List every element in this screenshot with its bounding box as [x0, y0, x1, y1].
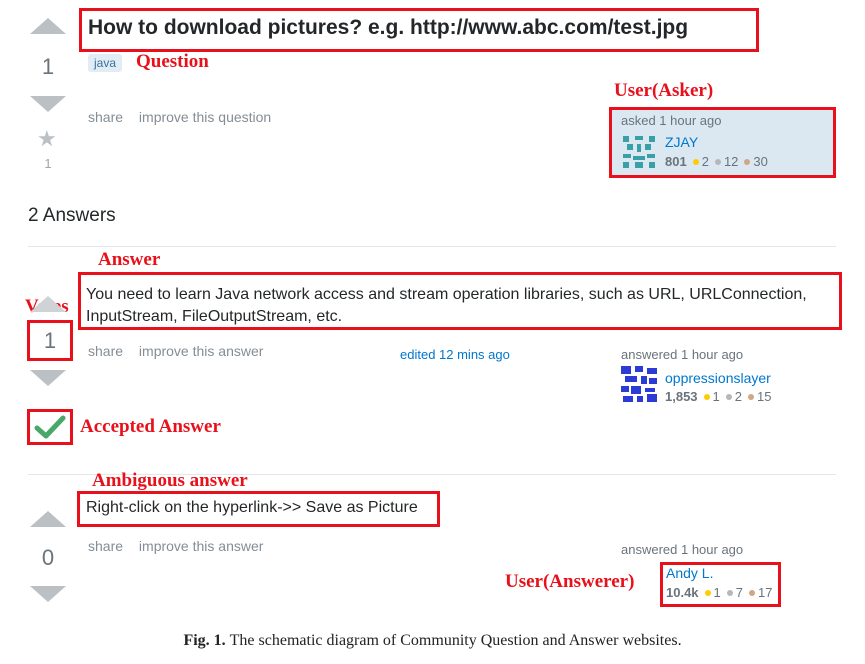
answerer-2-name-link[interactable]: Andy L.	[666, 565, 713, 581]
answer-2-upvote-button[interactable]	[30, 511, 66, 527]
gold-badge-count: 1	[713, 585, 721, 600]
silver-badge-icon	[714, 159, 721, 166]
answerer-2-reputation: 10.4k 1 7 17	[666, 585, 772, 600]
annotation-ambiguous: Ambiguous answer	[92, 470, 248, 491]
answer-1-upvote-button[interactable]	[30, 296, 66, 312]
answer-2-answered-time: answered 1 hour ago	[621, 542, 744, 557]
answerer-1-avatar[interactable]	[621, 366, 657, 402]
gold-badge-count: 1	[712, 389, 720, 404]
caption-label: Fig. 1.	[183, 632, 226, 649]
bronze-badge-count: 30	[753, 154, 768, 169]
annotation-answerer: User(Answerer)	[505, 571, 635, 592]
bronze-badge-icon	[744, 159, 751, 166]
answer-1-menu: share improve this answer	[88, 343, 275, 359]
answer-1-text: You need to learn Java network access an…	[86, 286, 807, 325]
share-link[interactable]: share	[88, 109, 123, 125]
asker-avatar[interactable]	[621, 134, 657, 170]
silver-badge-icon	[726, 590, 733, 597]
annotation-asker: User(Asker)	[614, 80, 714, 101]
reputation-score: 10.4k	[666, 585, 699, 600]
asked-time: asked 1 hour ago	[621, 113, 722, 128]
annotation-accepted: Accepted Answer	[80, 416, 221, 437]
improve-answer-link[interactable]: improve this answer	[139, 538, 264, 554]
reputation-score: 801	[665, 154, 687, 169]
bronze-badge-icon	[748, 394, 755, 401]
caption-text: The schematic diagram of Community Quest…	[229, 632, 682, 649]
question-downvote-button[interactable]	[30, 96, 66, 112]
improve-question-link[interactable]: improve this question	[139, 109, 271, 125]
improve-answer-link[interactable]: improve this answer	[139, 343, 264, 359]
tag-java[interactable]: java	[88, 54, 123, 72]
answerer-1-reputation: 1,853 1 2 15	[665, 389, 771, 404]
bronze-badge-count: 17	[758, 585, 773, 600]
bronze-badge-count: 15	[757, 389, 772, 404]
share-link[interactable]: share	[88, 343, 123, 359]
asker-name-link[interactable]: ZJAY	[665, 134, 698, 150]
silver-badge-count: 2	[734, 389, 743, 404]
question-vote-count: 1	[41, 54, 55, 79]
answer-1-vote-count: 1	[43, 328, 57, 353]
answer-2-vote-count: 0	[41, 545, 55, 570]
accepted-checkmark-icon[interactable]	[34, 414, 66, 440]
question-upvote-button[interactable]	[30, 18, 66, 34]
gold-badge-icon	[703, 394, 710, 401]
annotation-answer: Answer	[98, 249, 161, 270]
bronze-badge-icon	[749, 590, 756, 597]
answer-2-downvote-button[interactable]	[30, 586, 66, 602]
answers-count-header: 2 Answers	[28, 205, 116, 226]
silver-badge-icon	[725, 394, 732, 401]
favorite-star-icon[interactable]: ★	[37, 128, 57, 150]
reputation-score: 1,853	[665, 389, 698, 404]
answer-2-menu: share improve this answer	[88, 538, 275, 554]
answer-2-text: Right-click on the hyperlink->> Save as …	[86, 499, 418, 516]
question-title[interactable]: How to download pictures? e.g. http://ww…	[88, 16, 688, 40]
gold-badge-icon	[692, 159, 699, 166]
edited-time-link[interactable]: edited 12 mins ago	[400, 347, 510, 362]
question-menu: share improve this question	[88, 109, 283, 125]
answer-1-downvote-button[interactable]	[30, 370, 66, 386]
answer-1-answered-time: answered 1 hour ago	[621, 347, 744, 362]
figure-caption: Fig. 1. The schematic diagram of Communi…	[0, 632, 865, 650]
favorite-count: 1	[44, 156, 52, 171]
silver-badge-count: 7	[735, 585, 744, 600]
gold-badge-icon	[704, 590, 711, 597]
silver-badge-count: 12	[723, 154, 739, 169]
answers-divider	[28, 246, 836, 247]
annotation-question: Question	[136, 51, 209, 72]
answerer-1-name-link[interactable]: oppressionslayer	[665, 370, 771, 386]
share-link[interactable]: share	[88, 538, 123, 554]
gold-badge-count: 2	[701, 154, 709, 169]
asker-reputation: 801 2 12 30	[665, 154, 768, 169]
